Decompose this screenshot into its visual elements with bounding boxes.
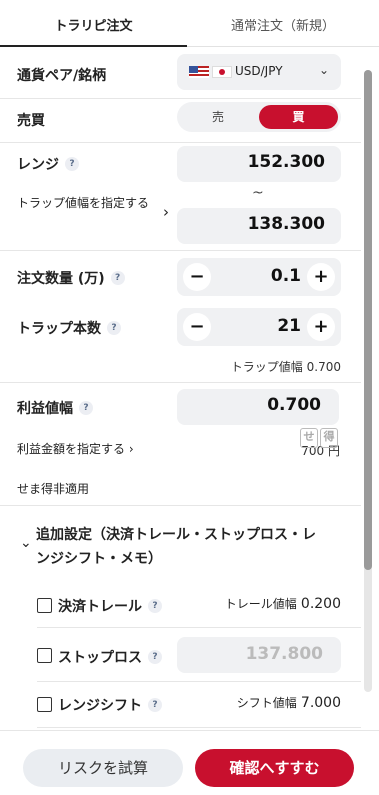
chevron-right-icon: › [163, 203, 169, 221]
help-icon[interactable]: ? [148, 599, 162, 613]
buy-button[interactable]: 買 [259, 105, 338, 129]
rangeshift-label: レンジシフト? [58, 695, 162, 715]
semaetoku-stamp-icon: せ得 [300, 428, 340, 448]
sell-button[interactable]: 売 [177, 102, 259, 132]
range-upper-value: 152.300 [247, 152, 325, 172]
quantity-minus-button[interactable]: − [183, 263, 211, 291]
stoploss-placeholder: 137.800 [245, 644, 323, 664]
pair-label: 通貨ペア/銘柄 [17, 68, 107, 84]
traps-value[interactable]: 21 [277, 316, 301, 336]
pair-flags-icon [189, 66, 232, 78]
help-icon[interactable]: ? [148, 698, 162, 712]
range-lower-value: 138.300 [247, 214, 325, 234]
pair-value: USD/JPY [235, 64, 283, 78]
order-form: 通貨ペア/銘柄 USD/JPY ⌄ 売買 売 買 レンジ? 152.300 トラ… [0, 47, 379, 730]
chevron-right-icon: › [128, 442, 134, 456]
quantity-plus-button[interactable]: + [307, 263, 335, 291]
stoploss-input[interactable]: 137.800 [177, 637, 341, 673]
range-lower-input[interactable]: 138.300 [177, 208, 341, 244]
tab-normal-order[interactable]: 通常注文（新規） [187, 0, 379, 46]
confirm-button[interactable]: 確認へすすむ [195, 749, 354, 787]
trail-label: 決済トレール? [58, 596, 162, 616]
scrollbar[interactable] [364, 70, 372, 692]
us-flag-icon [189, 66, 209, 78]
trail-checkbox[interactable] [37, 598, 52, 613]
range-tilde: ~ [252, 185, 264, 201]
quantity-label: 注文数量 (万)? [17, 268, 125, 288]
range-label: レンジ? [17, 154, 79, 174]
quantity-value[interactable]: 0.1 [271, 266, 301, 286]
order-tabs: トラリピ注文 通常注文（新規） [0, 0, 379, 47]
traps-plus-button[interactable]: + [307, 313, 335, 341]
trap-width-info: トラップ値幅 0.700 [230, 360, 341, 374]
stoploss-label: ストップロス? [58, 647, 162, 667]
profit-label: 利益値幅? [17, 398, 93, 418]
traps-stepper: − 21 + [177, 308, 341, 346]
help-icon[interactable]: ? [110, 271, 125, 285]
side-toggle: 売 買 [177, 102, 341, 132]
pair-select[interactable]: USD/JPY ⌄ [177, 54, 341, 90]
range-upper-input[interactable]: 152.300 [177, 146, 341, 182]
profit-value: 0.700 [267, 395, 321, 415]
scrollbar-thumb[interactable] [364, 70, 372, 570]
semaetoku-status: せま得非適用 [17, 482, 90, 496]
risk-estimate-button[interactable]: リスクを試算 [23, 749, 183, 787]
specify-trap-width-link[interactable]: トラップ値幅を指定する [17, 194, 157, 212]
help-icon[interactable]: ? [65, 157, 79, 171]
traps-minus-button[interactable]: − [183, 313, 211, 341]
rangeshift-width-info: シフト値幅 7.000 [236, 695, 341, 711]
help-icon[interactable]: ? [79, 401, 93, 415]
chevron-down-icon[interactable]: ⌄ [20, 535, 32, 551]
trail-width-info: トレール値幅 0.200 [224, 596, 341, 612]
stoploss-checkbox[interactable] [37, 648, 52, 663]
help-icon[interactable]: ? [148, 650, 162, 664]
side-label: 売買 [17, 113, 45, 129]
footer: リスクを試算 確認へすすむ [0, 730, 379, 795]
rangeshift-checkbox[interactable] [37, 697, 52, 712]
advanced-settings-header[interactable]: 追加設定（決済トレール・ストップロス・レ ンジシフト・メモ） [36, 523, 356, 571]
quantity-stepper: − 0.1 + [177, 258, 341, 296]
chevron-down-icon: ⌄ [318, 63, 329, 77]
tab-trarepi-order[interactable]: トラリピ注文 [0, 0, 187, 47]
traps-label: トラップ本数? [17, 318, 121, 338]
help-icon[interactable]: ? [107, 321, 121, 335]
profit-input[interactable]: 0.700 [177, 389, 339, 425]
jp-flag-icon [212, 66, 232, 78]
specify-profit-amount-link[interactable]: 利益金額を指定する › [17, 440, 134, 457]
